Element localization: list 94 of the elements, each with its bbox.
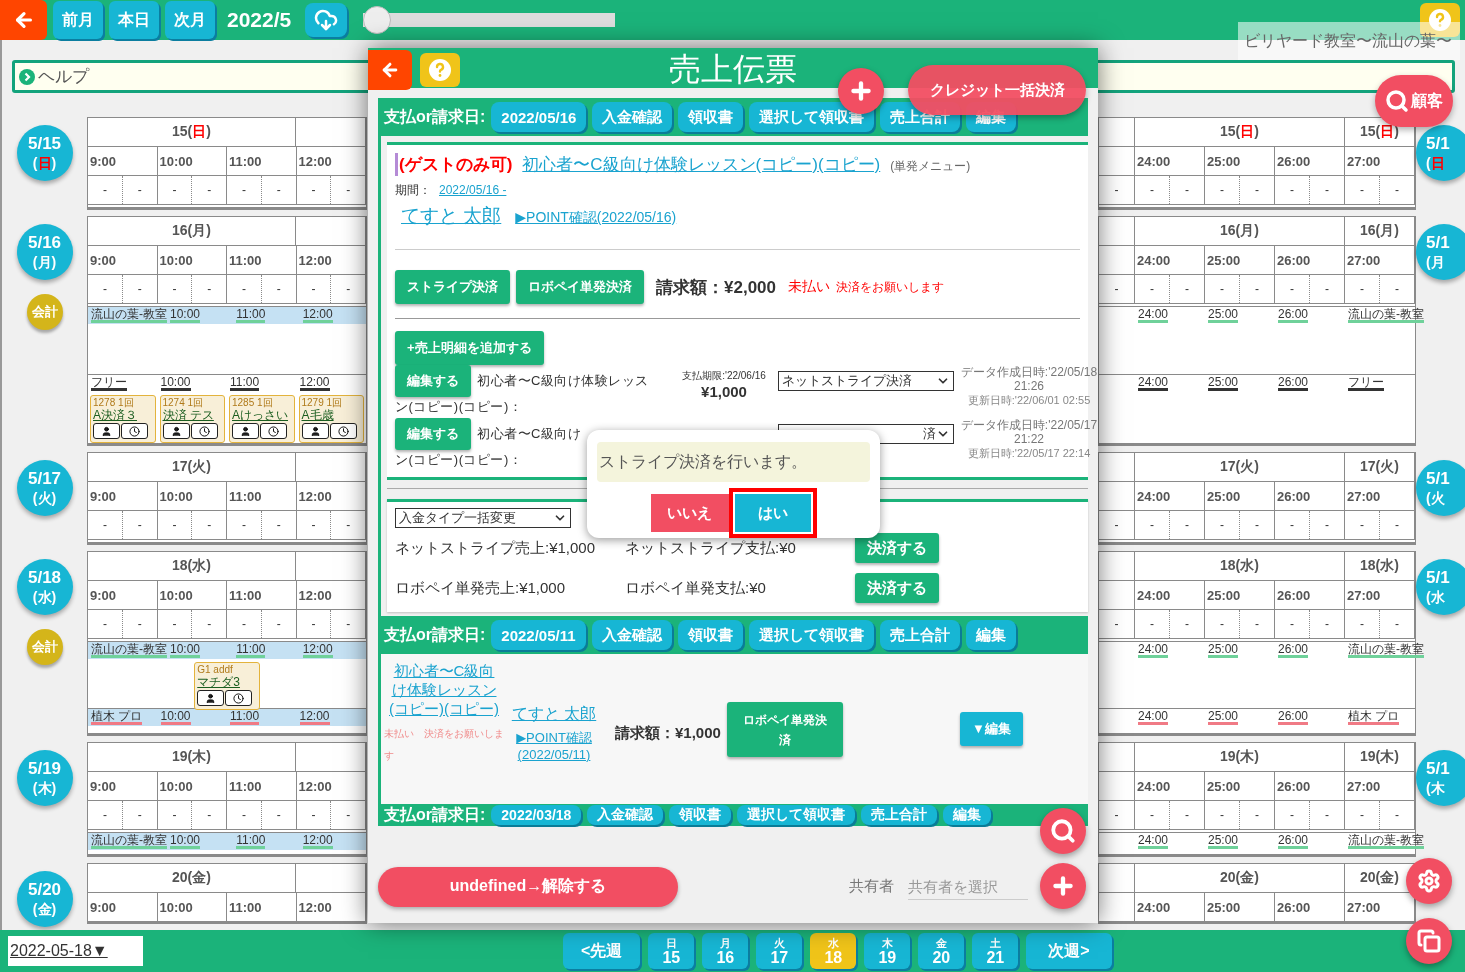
time-label: 11:00: [229, 488, 262, 504]
share-label: 共有者: [849, 877, 894, 896]
status-text: 未払い 決済をお願いします: [384, 727, 504, 763]
note-text: 決済をお願いします: [836, 278, 944, 296]
time-label: 11:00: [229, 778, 262, 794]
time-label: 27:00: [1347, 899, 1381, 915]
time-label: 9:00: [90, 252, 117, 268]
time-label: 26:00: [1277, 899, 1311, 915]
time-label: 27:00: [1347, 488, 1381, 504]
dialog-title: 売上伝票: [669, 50, 797, 89]
day-header: 16(月): [172, 222, 211, 240]
updated-time: 更新日時:'22/06/01 02:55: [967, 393, 1091, 408]
time-label: 25:00: [1207, 252, 1241, 268]
item-name: 初心者〜C級向け体験レッス: [477, 372, 649, 390]
time-label: 27:00: [1347, 587, 1381, 603]
day-header: 18(水): [1360, 557, 1399, 575]
time-label: 25:00: [1207, 488, 1241, 504]
time-label: 12:00: [298, 778, 332, 794]
updated-time: 更新日時:'22/05/17 22:14: [967, 446, 1091, 461]
time-label: 10:00: [159, 153, 193, 169]
time-label: 11:00: [229, 587, 262, 603]
day-header: 17(火): [1220, 458, 1259, 476]
payment-text: ロボペイ単発支払:¥0: [625, 578, 767, 598]
item-name: ン(コピー)(コピー)：: [395, 398, 523, 416]
day-header: 18(水): [1220, 557, 1259, 575]
amount-text: 請求額：¥2,000: [656, 276, 776, 299]
time-label: 26:00: [1277, 587, 1311, 603]
day-header: 15(日): [1220, 123, 1259, 141]
day-header: 16(月): [1220, 222, 1259, 240]
day-header: 19(木): [172, 748, 211, 766]
day-header: 17(火): [1360, 458, 1399, 476]
time-label: 27:00: [1347, 153, 1381, 169]
date-label: 支払or請求日:: [384, 804, 486, 825]
created-time: データ作成日時:'22/05/18 21:26: [959, 365, 1098, 393]
time-label: 25:00: [1207, 899, 1241, 915]
time-label: 11:00: [229, 899, 262, 915]
time-label: 9:00: [90, 587, 117, 603]
time-label: 11:00: [229, 252, 262, 268]
time-label: 24:00: [1137, 899, 1171, 915]
time-label: 25:00: [1207, 778, 1241, 794]
time-label: 9:00: [90, 153, 117, 169]
time-label: 10:00: [159, 778, 193, 794]
day-header: 20(金): [1220, 869, 1259, 887]
time-label: 24:00: [1137, 587, 1171, 603]
item-price: ¥1,000: [701, 383, 747, 400]
day-header: 19(木): [1360, 748, 1399, 766]
time-label: 27:00: [1347, 778, 1381, 794]
time-label: 26:00: [1277, 252, 1311, 268]
time-label: 12:00: [298, 587, 332, 603]
time-label: 24:00: [1137, 488, 1171, 504]
time-label: 12:00: [298, 153, 332, 169]
due-date: 支払期限:'22/06/16: [682, 369, 766, 383]
time-label: 26:00: [1277, 153, 1311, 169]
guest-label: (ゲストのみ可): [399, 154, 513, 176]
sales-text: ロボペイ単発売上:¥1,000: [395, 578, 567, 598]
time-label: 10:00: [159, 587, 193, 603]
time-label: 26:00: [1277, 778, 1311, 794]
time-label: 27:00: [1347, 252, 1381, 268]
time-label: 9:00: [90, 899, 117, 915]
time-label: 24:00: [1137, 153, 1171, 169]
menu-type: (単発メニュー): [890, 158, 971, 175]
item-name: ン(コピー)(コピー)：: [395, 451, 523, 469]
period-label: 期間：: [395, 182, 431, 199]
time-label: 25:00: [1207, 587, 1241, 603]
item-name: 初心者〜C級向け: [477, 425, 582, 443]
day-header: 16(月): [1360, 222, 1399, 240]
time-label: 10:00: [159, 899, 193, 915]
status-text: 未払い: [788, 278, 830, 296]
day-header: 15(日): [172, 123, 211, 141]
month-title: 2022/5: [227, 8, 292, 32]
time-label: 9:00: [90, 488, 117, 504]
time-label: 9:00: [90, 778, 117, 794]
time-label: 10:00: [159, 488, 193, 504]
confirm-message: ストライプ決済を行います。: [597, 442, 870, 482]
time-label: 10:00: [159, 252, 193, 268]
time-label: 24:00: [1137, 778, 1171, 794]
time-label: 25:00: [1207, 153, 1241, 169]
day-header: 17(火): [172, 458, 211, 476]
day-header: 20(金): [1360, 869, 1399, 887]
time-label: 12:00: [298, 899, 332, 915]
time-label: 26:00: [1277, 488, 1311, 504]
date-label: 支払or請求日:: [384, 624, 486, 645]
time-label: 11:00: [229, 153, 262, 169]
date-label: 支払or請求日:: [384, 106, 486, 127]
sales-text: ネットストライプ売上:¥1,000: [395, 538, 597, 558]
time-label: 12:00: [298, 252, 332, 268]
time-label: 24:00: [1137, 252, 1171, 268]
created-time: データ作成日時:'22/05/17 21:22: [959, 418, 1098, 446]
day-header: 20(金): [172, 869, 211, 887]
day-header: 18(水): [172, 557, 211, 575]
time-label: 12:00: [298, 488, 332, 504]
day-header: 19(木): [1220, 748, 1259, 766]
amount-text: 請求額：¥1,000: [615, 724, 721, 743]
payment-text: ネットストライプ支払:¥0: [625, 538, 797, 558]
